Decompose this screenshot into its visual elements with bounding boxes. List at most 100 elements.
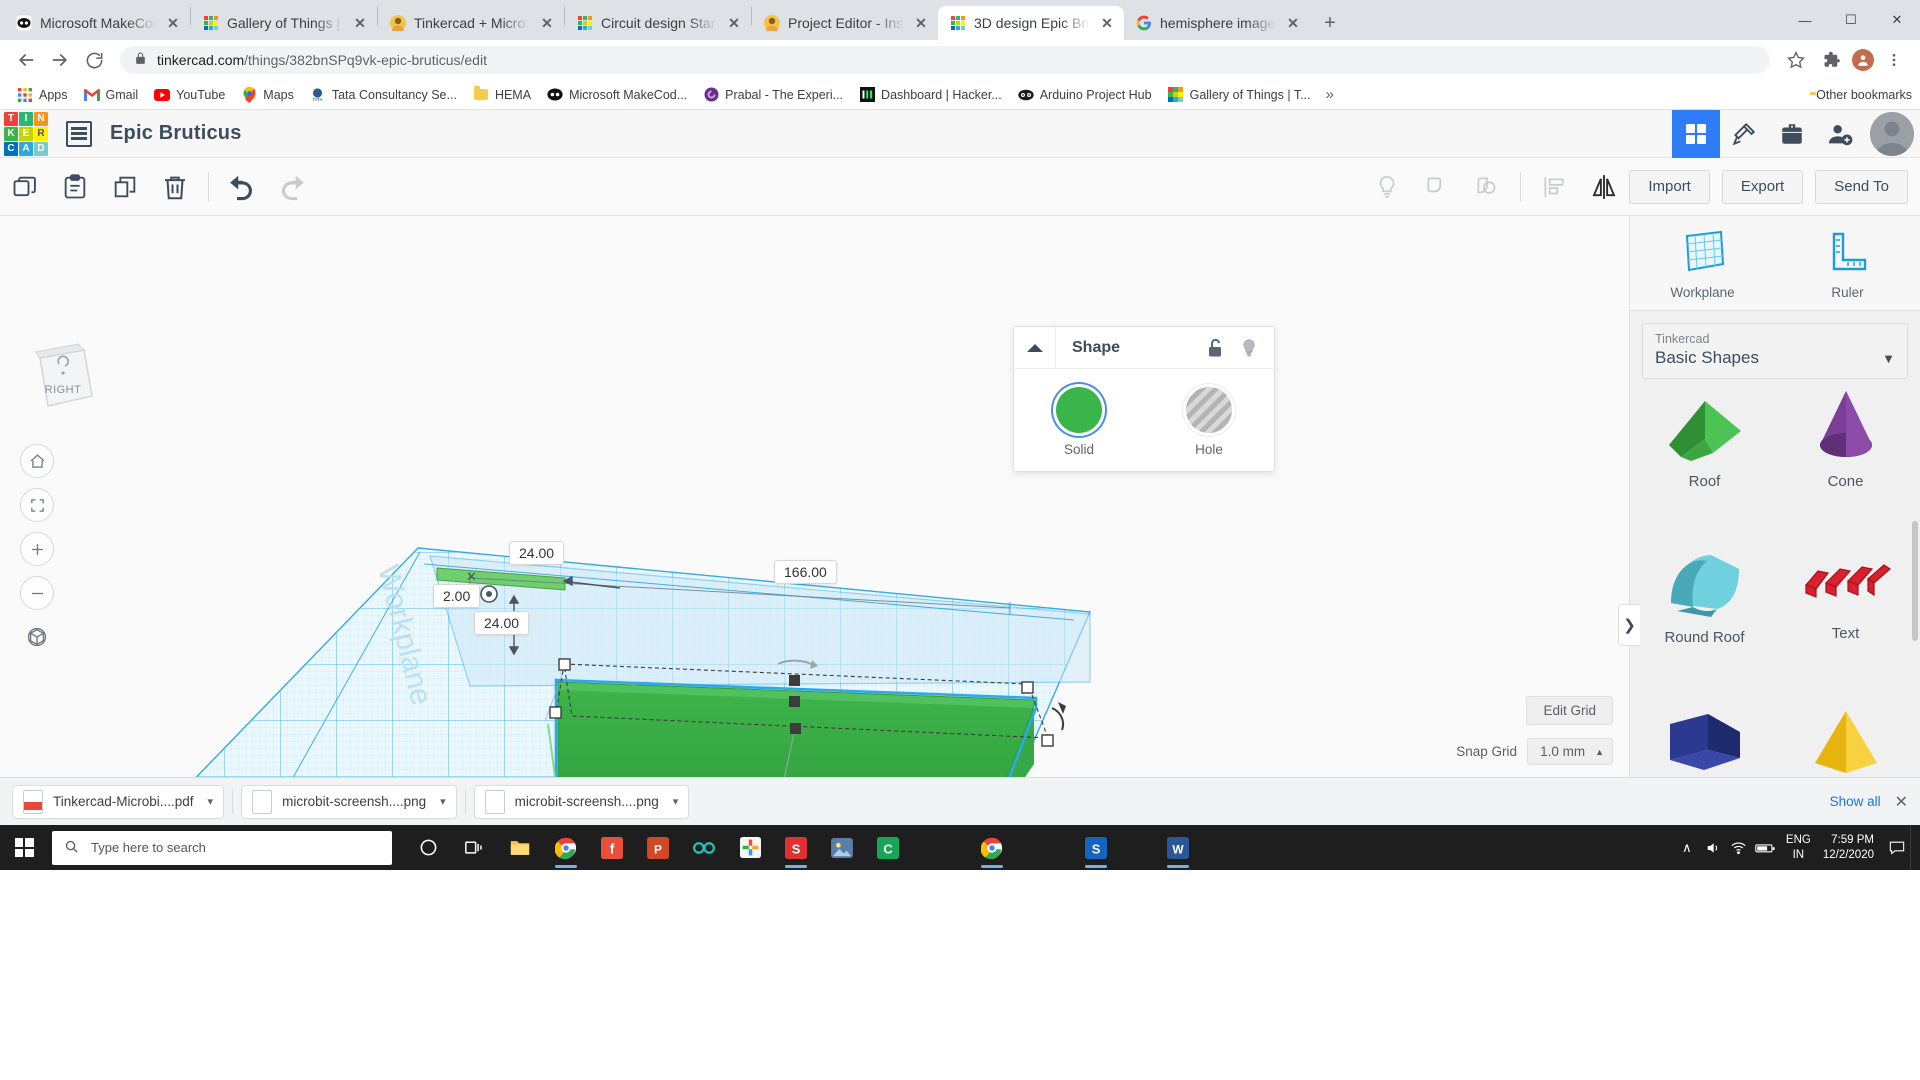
powerpoint-icon[interactable]: P <box>636 825 680 870</box>
bookmark-youtube[interactable]: YouTube <box>147 84 232 106</box>
cube-icon[interactable] <box>20 620 54 654</box>
shape-text[interactable]: Text <box>1775 517 1916 675</box>
paste-button[interactable] <box>50 164 100 210</box>
maximize-button[interactable]: ☐ <box>1828 4 1874 36</box>
browser-tab-5-active[interactable]: 3D design Epic Bruticus ✕ <box>938 6 1124 40</box>
f-app-icon[interactable]: f <box>590 825 634 870</box>
avatar[interactable] <box>1870 112 1914 156</box>
download-item-png-1[interactable]: microbit-screensh....png ▾ <box>241 784 457 819</box>
triangle-up-icon[interactable] <box>1014 326 1056 369</box>
chevron-down-icon[interactable]: ▾ <box>436 795 450 808</box>
plus-icon[interactable] <box>20 532 54 566</box>
mirror-icon[interactable] <box>1579 164 1629 210</box>
word-icon[interactable]: W <box>1156 825 1200 870</box>
photos-icon[interactable] <box>820 825 864 870</box>
snap-grid-dropdown[interactable]: 1.0 mm ▲ <box>1527 738 1613 765</box>
sidebar-scrollbar[interactable] <box>1912 521 1918 641</box>
show-all-downloads-button[interactable]: Show all <box>1830 794 1881 809</box>
bookmark-gmail[interactable]: Gmail <box>77 84 146 106</box>
reload-button[interactable] <box>78 44 110 76</box>
circuits-tab[interactable] <box>1720 110 1768 158</box>
shape-pyramid[interactable]: Pyramid <box>1775 675 1916 777</box>
copy-button[interactable] <box>0 164 50 210</box>
chevron-down-icon[interactable]: ▾ <box>204 795 218 808</box>
dim-depth[interactable]: 24.00 <box>474 611 530 635</box>
shape-wedge[interactable]: Wedge <box>1634 675 1775 777</box>
chevron-down-icon[interactable]: ▾ <box>669 795 683 808</box>
shape-round-roof[interactable]: Round Roof <box>1634 517 1775 675</box>
shapes-grid[interactable]: Roof Cone Round Roof Text <box>1630 391 1920 777</box>
close-icon[interactable]: ✕ <box>466 569 477 585</box>
close-icon[interactable]: ✕ <box>351 14 369 32</box>
bulb-icon[interactable] <box>1362 164 1412 210</box>
ruler-tool[interactable]: Ruler <box>1775 216 1920 310</box>
close-icon[interactable]: ✕ <box>1284 14 1302 32</box>
ungroup-icon[interactable] <box>1462 164 1512 210</box>
infinity-app-icon[interactable] <box>682 825 726 870</box>
duplicate-button[interactable] <box>100 164 150 210</box>
close-icon[interactable]: ✕ <box>912 14 930 32</box>
bookmarks-overflow-button[interactable]: » <box>1320 83 1340 106</box>
dim-width-top[interactable]: 24.00 <box>509 541 565 565</box>
close-icon[interactable]: ✕ <box>538 14 556 32</box>
puzzle-icon[interactable] <box>1816 44 1848 76</box>
battery-icon[interactable] <box>1752 825 1778 870</box>
close-icon[interactable]: ✕ <box>1895 792 1908 812</box>
back-button[interactable] <box>10 44 42 76</box>
shape-roof[interactable]: Roof <box>1634 391 1775 517</box>
browser-tab-0[interactable]: Microsoft MakeCode fo ✕ <box>4 6 190 40</box>
forward-button[interactable] <box>44 44 76 76</box>
home-icon[interactable] <box>20 444 54 478</box>
import-button[interactable]: Import <box>1629 169 1710 204</box>
address-bar[interactable]: tinkercad.com/things/382bnSPq9vk-epic-br… <box>120 46 1770 74</box>
close-icon[interactable]: ✕ <box>1098 14 1116 32</box>
list-menu-icon[interactable] <box>66 120 92 147</box>
close-icon[interactable]: ✕ <box>725 14 743 32</box>
task-view-icon[interactable] <box>452 825 496 870</box>
dim-height-small[interactable]: 2.00 <box>433 584 481 608</box>
undo-button[interactable] <box>217 164 267 210</box>
minus-icon[interactable] <box>20 576 54 610</box>
tinkercad-logo-icon[interactable]: T I N K E R C A D <box>4 111 48 156</box>
chrome-icon[interactable] <box>544 825 588 870</box>
codeblocks-tab[interactable] <box>1768 110 1816 158</box>
browser-tab-2[interactable]: Tinkercad + Micro:bit R ✕ <box>378 6 564 40</box>
group-icon[interactable] <box>1412 164 1462 210</box>
speaker-icon[interactable] <box>1700 825 1726 870</box>
chrome-running-icon[interactable] <box>970 825 1014 870</box>
bulb-icon[interactable] <box>1232 327 1266 369</box>
bookmark-makecode[interactable]: Microsoft MakeCod... <box>540 84 694 106</box>
green-c-icon[interactable]: C <box>866 825 910 870</box>
scratch-icon[interactable] <box>728 825 772 870</box>
bookmark-prabal[interactable]: Prabal - The Experi... <box>696 84 850 106</box>
add-user-tab[interactable] <box>1816 110 1864 158</box>
bookmark-hema[interactable]: HEMA <box>466 84 538 106</box>
cortana-icon[interactable] <box>406 825 450 870</box>
file-explorer-icon[interactable] <box>498 825 542 870</box>
3d-viewport[interactable]: Workplane RIGHT 24.00 2.00 166.00 24.00 … <box>0 216 1629 777</box>
search-input[interactable]: Type here to search <box>52 830 392 865</box>
browser-tab-1[interactable]: Gallery of Things | Tink ✕ <box>191 6 377 40</box>
bookmark-tata[interactable]: TATA Tata Consultancy Se... <box>303 84 464 106</box>
view-cube[interactable]: RIGHT <box>22 340 104 422</box>
browser-tab-3[interactable]: Circuit design Start Sim ✕ <box>565 6 751 40</box>
profile-avatar[interactable] <box>1852 49 1874 71</box>
browser-tab-6[interactable]: hemisphere images - G ✕ <box>1124 6 1310 40</box>
bookmark-arduino[interactable]: Arduino Project Hub <box>1011 84 1159 106</box>
solid-option[interactable]: Solid <box>1014 387 1144 457</box>
align-icon[interactable] <box>1529 164 1579 210</box>
language-indicator[interactable]: ENG IN <box>1778 833 1819 862</box>
bookmark-hackster[interactable]: Dashboard | Hacker... <box>852 84 1009 106</box>
chevron-up-icon[interactable]: ∧ <box>1674 825 1700 870</box>
bookmark-gallery[interactable]: Gallery of Things | T... <box>1161 84 1318 106</box>
show-desktop-button[interactable] <box>1910 825 1920 870</box>
bookmark-maps[interactable]: Maps <box>234 84 301 106</box>
close-icon[interactable]: ✕ <box>164 14 182 32</box>
kebab-menu-icon[interactable] <box>1878 44 1910 76</box>
new-tab-button[interactable]: + <box>1316 9 1344 37</box>
workplane-tool[interactable]: Workplane <box>1630 216 1775 310</box>
trash-icon[interactable] <box>150 164 200 210</box>
redo-button[interactable] <box>267 164 317 210</box>
export-button[interactable]: Export <box>1721 169 1804 204</box>
s-blue-icon[interactable]: S <box>1074 825 1118 870</box>
